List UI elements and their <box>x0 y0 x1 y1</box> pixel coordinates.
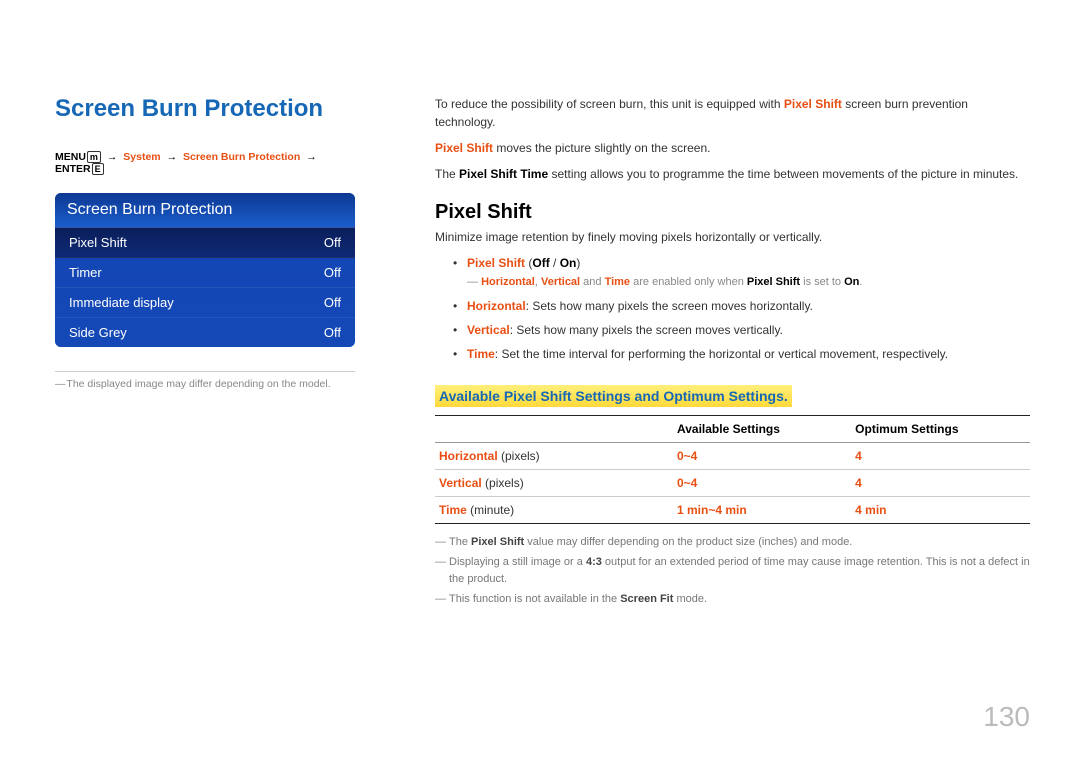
section-desc: Minimize image retention by finely movin… <box>435 230 1030 244</box>
arrow-icon: → <box>306 151 317 163</box>
footnotes: The Pixel Shift value may differ dependi… <box>435 534 1030 608</box>
row-unit: (pixels) <box>498 449 540 463</box>
row-available: 0~4 <box>673 442 851 469</box>
term: Screen Fit <box>620 593 673 605</box>
bullet-label: Vertical <box>467 323 510 337</box>
table-row: Horizontal (pixels) 0~4 4 <box>435 442 1030 469</box>
intro-line: The <box>435 167 459 181</box>
settings-table: Available Settings Optimum Settings Hori… <box>435 415 1030 524</box>
footnote: Displaying a still image or a 4:3 output… <box>435 554 1030 587</box>
term: Pixel Shift <box>471 536 524 548</box>
page-title: Screen Burn Protection <box>55 95 355 123</box>
osd-row-value: Off <box>324 265 341 280</box>
sub-note: Horizontal, Vertical and Time are enable… <box>467 274 1030 291</box>
bullet-label: Horizontal <box>467 299 526 313</box>
term: Horizontal <box>481 276 535 288</box>
osd-row-timer[interactable]: Timer Off <box>55 258 355 288</box>
term-pixel-shift: Pixel Shift <box>784 97 842 111</box>
arrow-icon: → <box>107 151 118 163</box>
row-unit: (minute) <box>467 503 514 517</box>
table-header-available: Available Settings <box>673 415 851 442</box>
enter-icon: E <box>92 163 104 175</box>
breadcrumb-menu: MENU <box>55 151 86 163</box>
table-title: Available Pixel Shift Settings and Optim… <box>435 385 792 407</box>
arrow-icon: → <box>167 151 178 163</box>
text: This function is not available in the <box>449 593 620 605</box>
bullet-list: Pixel Shift (Off / On) Horizontal, Verti… <box>453 254 1030 363</box>
table-header-optimum: Optimum Settings <box>851 415 1030 442</box>
row-name: Time <box>439 503 467 517</box>
row-unit: (pixels) <box>482 476 524 490</box>
text: mode. <box>673 593 707 605</box>
bullet-label: Pixel Shift <box>467 256 525 270</box>
breadcrumb: MENUm → System → Screen Burn Protection … <box>55 151 355 175</box>
bullet-label: Time <box>467 347 495 361</box>
osd-header: Screen Burn Protection <box>55 193 355 228</box>
row-name: Vertical <box>439 476 482 490</box>
menu-icon: m <box>87 151 101 163</box>
term: Pixel Shift <box>747 276 800 288</box>
osd-row-label: Timer <box>69 265 102 280</box>
intro-line: moves the picture slightly on the screen… <box>493 141 710 155</box>
term: On <box>844 276 859 288</box>
bullet-text: : Set the time interval for performing t… <box>495 347 948 361</box>
text: is set to <box>800 276 844 288</box>
table-header-blank <box>435 415 673 442</box>
row-name: Horizontal <box>439 449 498 463</box>
term-pixel-shift: Pixel Shift <box>435 141 493 155</box>
option-off: Off <box>532 256 549 270</box>
osd-row-side-grey[interactable]: Side Grey Off <box>55 318 355 347</box>
osd-row-label: Immediate display <box>69 295 174 310</box>
breadcrumb-enter: ENTER <box>55 163 91 175</box>
breadcrumb-sbp: Screen Burn Protection <box>183 151 300 163</box>
osd-row-label: Pixel Shift <box>69 235 127 250</box>
osd-row-value: Off <box>324 235 341 250</box>
row-optimum: 4 <box>851 442 1030 469</box>
osd-row-value: Off <box>324 295 341 310</box>
osd-row-pixel-shift[interactable]: Pixel Shift Off <box>55 228 355 258</box>
term: Vertical <box>541 276 580 288</box>
table-row: Vertical (pixels) 0~4 4 <box>435 469 1030 496</box>
text: value may differ depending on the produc… <box>524 536 852 548</box>
bullet-text: : Sets how many pixels the screen moves … <box>510 323 783 337</box>
osd-row-label: Side Grey <box>69 325 127 340</box>
bullet-pixel-shift: Pixel Shift (Off / On) Horizontal, Verti… <box>453 254 1030 291</box>
bullet-vertical: Vertical: Sets how many pixels the scree… <box>453 321 1030 339</box>
row-available: 1 min~4 min <box>673 496 851 523</box>
option-on: On <box>560 256 577 270</box>
term: Time <box>605 276 630 288</box>
page-number: 130 <box>983 701 1030 733</box>
footnote: This function is not available in the Sc… <box>435 591 1030 608</box>
intro-line: To reduce the possibility of screen burn… <box>435 97 784 111</box>
term: 4:3 <box>586 556 602 568</box>
table-row: Time (minute) 1 min~4 min 4 min <box>435 496 1030 523</box>
text: are enabled only when <box>630 276 747 288</box>
row-optimum: 4 min <box>851 496 1030 523</box>
row-optimum: 4 <box>851 469 1030 496</box>
divider <box>55 371 355 372</box>
intro-line: setting allows you to programme the time… <box>548 167 1018 181</box>
bullet-horizontal: Horizontal: Sets how many pixels the scr… <box>453 297 1030 315</box>
breadcrumb-system: System <box>123 151 160 163</box>
bullet-text: : Sets how many pixels the screen moves … <box>526 299 813 313</box>
row-available: 0~4 <box>673 469 851 496</box>
osd-row-immediate-display[interactable]: Immediate display Off <box>55 288 355 318</box>
text: Displaying a still image or a <box>449 556 586 568</box>
image-note: The displayed image may differ depending… <box>55 378 355 390</box>
text: The <box>449 536 471 548</box>
text: ) <box>576 256 580 270</box>
text: . <box>859 276 862 288</box>
footnote: The Pixel Shift value may differ dependi… <box>435 534 1030 551</box>
term-pixel-shift-time: Pixel Shift Time <box>459 167 548 181</box>
bullet-time: Time: Set the time interval for performi… <box>453 345 1030 363</box>
intro-text: To reduce the possibility of screen burn… <box>435 95 1030 183</box>
text: and <box>580 276 604 288</box>
osd-panel: Screen Burn Protection Pixel Shift Off T… <box>55 193 355 347</box>
section-title: Pixel Shift <box>435 201 1030 224</box>
text: / <box>550 256 560 270</box>
osd-row-value: Off <box>324 325 341 340</box>
